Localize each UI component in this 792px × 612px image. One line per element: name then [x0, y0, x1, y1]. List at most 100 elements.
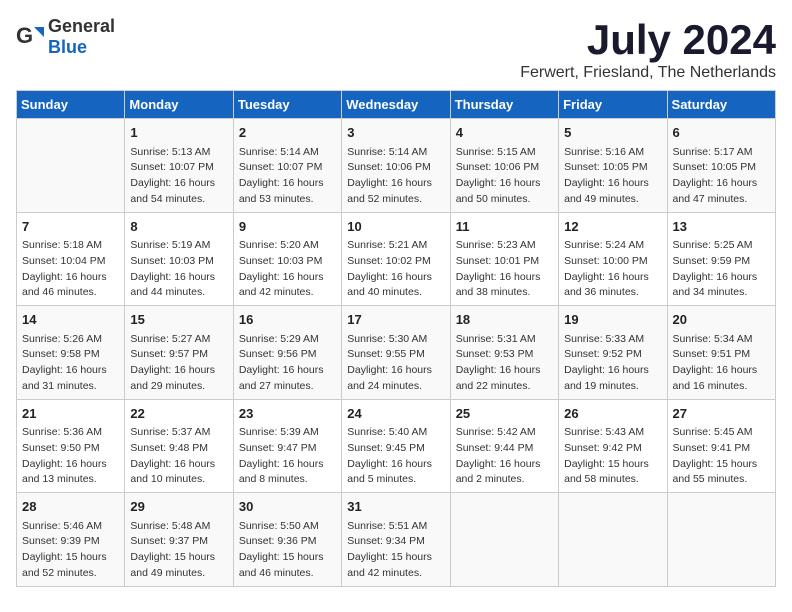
week-row-4: 21Sunrise: 5:36 AMSunset: 9:50 PMDayligh… [17, 399, 776, 493]
day-cell: 25Sunrise: 5:42 AMSunset: 9:44 PMDayligh… [450, 399, 558, 493]
day-detail: Sunrise: 5:18 AMSunset: 10:04 PMDaylight… [22, 238, 119, 301]
day-detail: Sunrise: 5:42 AMSunset: 9:44 PMDaylight:… [456, 425, 553, 488]
day-number: 4 [456, 123, 553, 143]
day-number: 23 [239, 404, 336, 424]
day-detail: Sunrise: 5:46 AMSunset: 9:39 PMDaylight:… [22, 519, 119, 582]
day-number: 31 [347, 497, 444, 517]
calendar-table: SundayMondayTuesdayWednesdayThursdayFrid… [16, 90, 776, 587]
day-detail: Sunrise: 5:33 AMSunset: 9:52 PMDaylight:… [564, 332, 661, 395]
day-number: 3 [347, 123, 444, 143]
day-cell: 7Sunrise: 5:18 AMSunset: 10:04 PMDayligh… [17, 212, 125, 306]
day-cell: 20Sunrise: 5:34 AMSunset: 9:51 PMDayligh… [667, 306, 775, 400]
day-cell: 23Sunrise: 5:39 AMSunset: 9:47 PMDayligh… [233, 399, 341, 493]
day-number: 29 [130, 497, 227, 517]
day-number: 10 [347, 217, 444, 237]
day-number: 7 [22, 217, 119, 237]
day-header-sunday: Sunday [17, 91, 125, 119]
day-number: 30 [239, 497, 336, 517]
day-cell: 9Sunrise: 5:20 AMSunset: 10:03 PMDayligh… [233, 212, 341, 306]
day-number: 11 [456, 217, 553, 237]
day-number: 13 [673, 217, 770, 237]
location-subtitle: Ferwert, Friesland, The Netherlands [520, 64, 776, 82]
day-cell [559, 493, 667, 587]
day-detail: Sunrise: 5:26 AMSunset: 9:58 PMDaylight:… [22, 332, 119, 395]
day-number: 14 [22, 310, 119, 330]
day-cell: 26Sunrise: 5:43 AMSunset: 9:42 PMDayligh… [559, 399, 667, 493]
day-detail: Sunrise: 5:45 AMSunset: 9:41 PMDaylight:… [673, 425, 770, 488]
day-cell: 8Sunrise: 5:19 AMSunset: 10:03 PMDayligh… [125, 212, 233, 306]
day-cell: 30Sunrise: 5:50 AMSunset: 9:36 PMDayligh… [233, 493, 341, 587]
calendar-header: G General Blue July 2024 Ferwert, Friesl… [16, 16, 776, 82]
day-detail: Sunrise: 5:51 AMSunset: 9:34 PMDaylight:… [347, 519, 444, 582]
day-cell: 28Sunrise: 5:46 AMSunset: 9:39 PMDayligh… [17, 493, 125, 587]
day-number: 16 [239, 310, 336, 330]
day-detail: Sunrise: 5:30 AMSunset: 9:55 PMDaylight:… [347, 332, 444, 395]
day-detail: Sunrise: 5:36 AMSunset: 9:50 PMDaylight:… [22, 425, 119, 488]
day-detail: Sunrise: 5:20 AMSunset: 10:03 PMDaylight… [239, 238, 336, 301]
day-cell: 31Sunrise: 5:51 AMSunset: 9:34 PMDayligh… [342, 493, 450, 587]
day-detail: Sunrise: 5:34 AMSunset: 9:51 PMDaylight:… [673, 332, 770, 395]
day-number: 20 [673, 310, 770, 330]
day-detail: Sunrise: 5:24 AMSunset: 10:00 PMDaylight… [564, 238, 661, 301]
week-row-1: 1Sunrise: 5:13 AMSunset: 10:07 PMDayligh… [17, 119, 776, 213]
day-number: 8 [130, 217, 227, 237]
day-detail: Sunrise: 5:19 AMSunset: 10:03 PMDaylight… [130, 238, 227, 301]
day-cell: 11Sunrise: 5:23 AMSunset: 10:01 PMDaylig… [450, 212, 558, 306]
day-number: 15 [130, 310, 227, 330]
day-detail: Sunrise: 5:21 AMSunset: 10:02 PMDaylight… [347, 238, 444, 301]
day-detail: Sunrise: 5:40 AMSunset: 9:45 PMDaylight:… [347, 425, 444, 488]
day-cell: 17Sunrise: 5:30 AMSunset: 9:55 PMDayligh… [342, 306, 450, 400]
day-headers-row: SundayMondayTuesdayWednesdayThursdayFrid… [17, 91, 776, 119]
day-number: 6 [673, 123, 770, 143]
day-detail: Sunrise: 5:25 AMSunset: 9:59 PMDaylight:… [673, 238, 770, 301]
day-cell: 16Sunrise: 5:29 AMSunset: 9:56 PMDayligh… [233, 306, 341, 400]
day-cell: 24Sunrise: 5:40 AMSunset: 9:45 PMDayligh… [342, 399, 450, 493]
day-cell: 19Sunrise: 5:33 AMSunset: 9:52 PMDayligh… [559, 306, 667, 400]
day-cell: 14Sunrise: 5:26 AMSunset: 9:58 PMDayligh… [17, 306, 125, 400]
day-detail: Sunrise: 5:13 AMSunset: 10:07 PMDaylight… [130, 145, 227, 208]
logo-text: General Blue [48, 16, 115, 58]
day-cell: 29Sunrise: 5:48 AMSunset: 9:37 PMDayligh… [125, 493, 233, 587]
day-header-wednesday: Wednesday [342, 91, 450, 119]
day-detail: Sunrise: 5:14 AMSunset: 10:06 PMDaylight… [347, 145, 444, 208]
day-header-thursday: Thursday [450, 91, 558, 119]
day-cell: 1Sunrise: 5:13 AMSunset: 10:07 PMDayligh… [125, 119, 233, 213]
svg-text:G: G [16, 23, 33, 48]
day-number: 9 [239, 217, 336, 237]
week-row-3: 14Sunrise: 5:26 AMSunset: 9:58 PMDayligh… [17, 306, 776, 400]
day-detail: Sunrise: 5:23 AMSunset: 10:01 PMDaylight… [456, 238, 553, 301]
day-cell: 2Sunrise: 5:14 AMSunset: 10:07 PMDayligh… [233, 119, 341, 213]
day-number: 27 [673, 404, 770, 424]
day-detail: Sunrise: 5:31 AMSunset: 9:53 PMDaylight:… [456, 332, 553, 395]
day-header-friday: Friday [559, 91, 667, 119]
day-cell: 5Sunrise: 5:16 AMSunset: 10:05 PMDayligh… [559, 119, 667, 213]
day-detail: Sunrise: 5:27 AMSunset: 9:57 PMDaylight:… [130, 332, 227, 395]
day-cell [667, 493, 775, 587]
day-detail: Sunrise: 5:15 AMSunset: 10:06 PMDaylight… [456, 145, 553, 208]
day-detail: Sunrise: 5:50 AMSunset: 9:36 PMDaylight:… [239, 519, 336, 582]
day-detail: Sunrise: 5:39 AMSunset: 9:47 PMDaylight:… [239, 425, 336, 488]
day-header-tuesday: Tuesday [233, 91, 341, 119]
day-number: 25 [456, 404, 553, 424]
day-cell: 15Sunrise: 5:27 AMSunset: 9:57 PMDayligh… [125, 306, 233, 400]
logo-icon: G [16, 23, 44, 51]
day-number: 18 [456, 310, 553, 330]
month-title: July 2024 [520, 16, 776, 64]
day-number: 1 [130, 123, 227, 143]
day-number: 28 [22, 497, 119, 517]
day-detail: Sunrise: 5:43 AMSunset: 9:42 PMDaylight:… [564, 425, 661, 488]
day-cell: 18Sunrise: 5:31 AMSunset: 9:53 PMDayligh… [450, 306, 558, 400]
day-cell: 3Sunrise: 5:14 AMSunset: 10:06 PMDayligh… [342, 119, 450, 213]
day-cell: 4Sunrise: 5:15 AMSunset: 10:06 PMDayligh… [450, 119, 558, 213]
day-header-saturday: Saturday [667, 91, 775, 119]
day-detail: Sunrise: 5:16 AMSunset: 10:05 PMDaylight… [564, 145, 661, 208]
day-number: 12 [564, 217, 661, 237]
day-cell [17, 119, 125, 213]
day-cell: 10Sunrise: 5:21 AMSunset: 10:02 PMDaylig… [342, 212, 450, 306]
day-cell: 22Sunrise: 5:37 AMSunset: 9:48 PMDayligh… [125, 399, 233, 493]
week-row-5: 28Sunrise: 5:46 AMSunset: 9:39 PMDayligh… [17, 493, 776, 587]
day-number: 24 [347, 404, 444, 424]
day-number: 26 [564, 404, 661, 424]
day-detail: Sunrise: 5:17 AMSunset: 10:05 PMDaylight… [673, 145, 770, 208]
day-cell: 21Sunrise: 5:36 AMSunset: 9:50 PMDayligh… [17, 399, 125, 493]
